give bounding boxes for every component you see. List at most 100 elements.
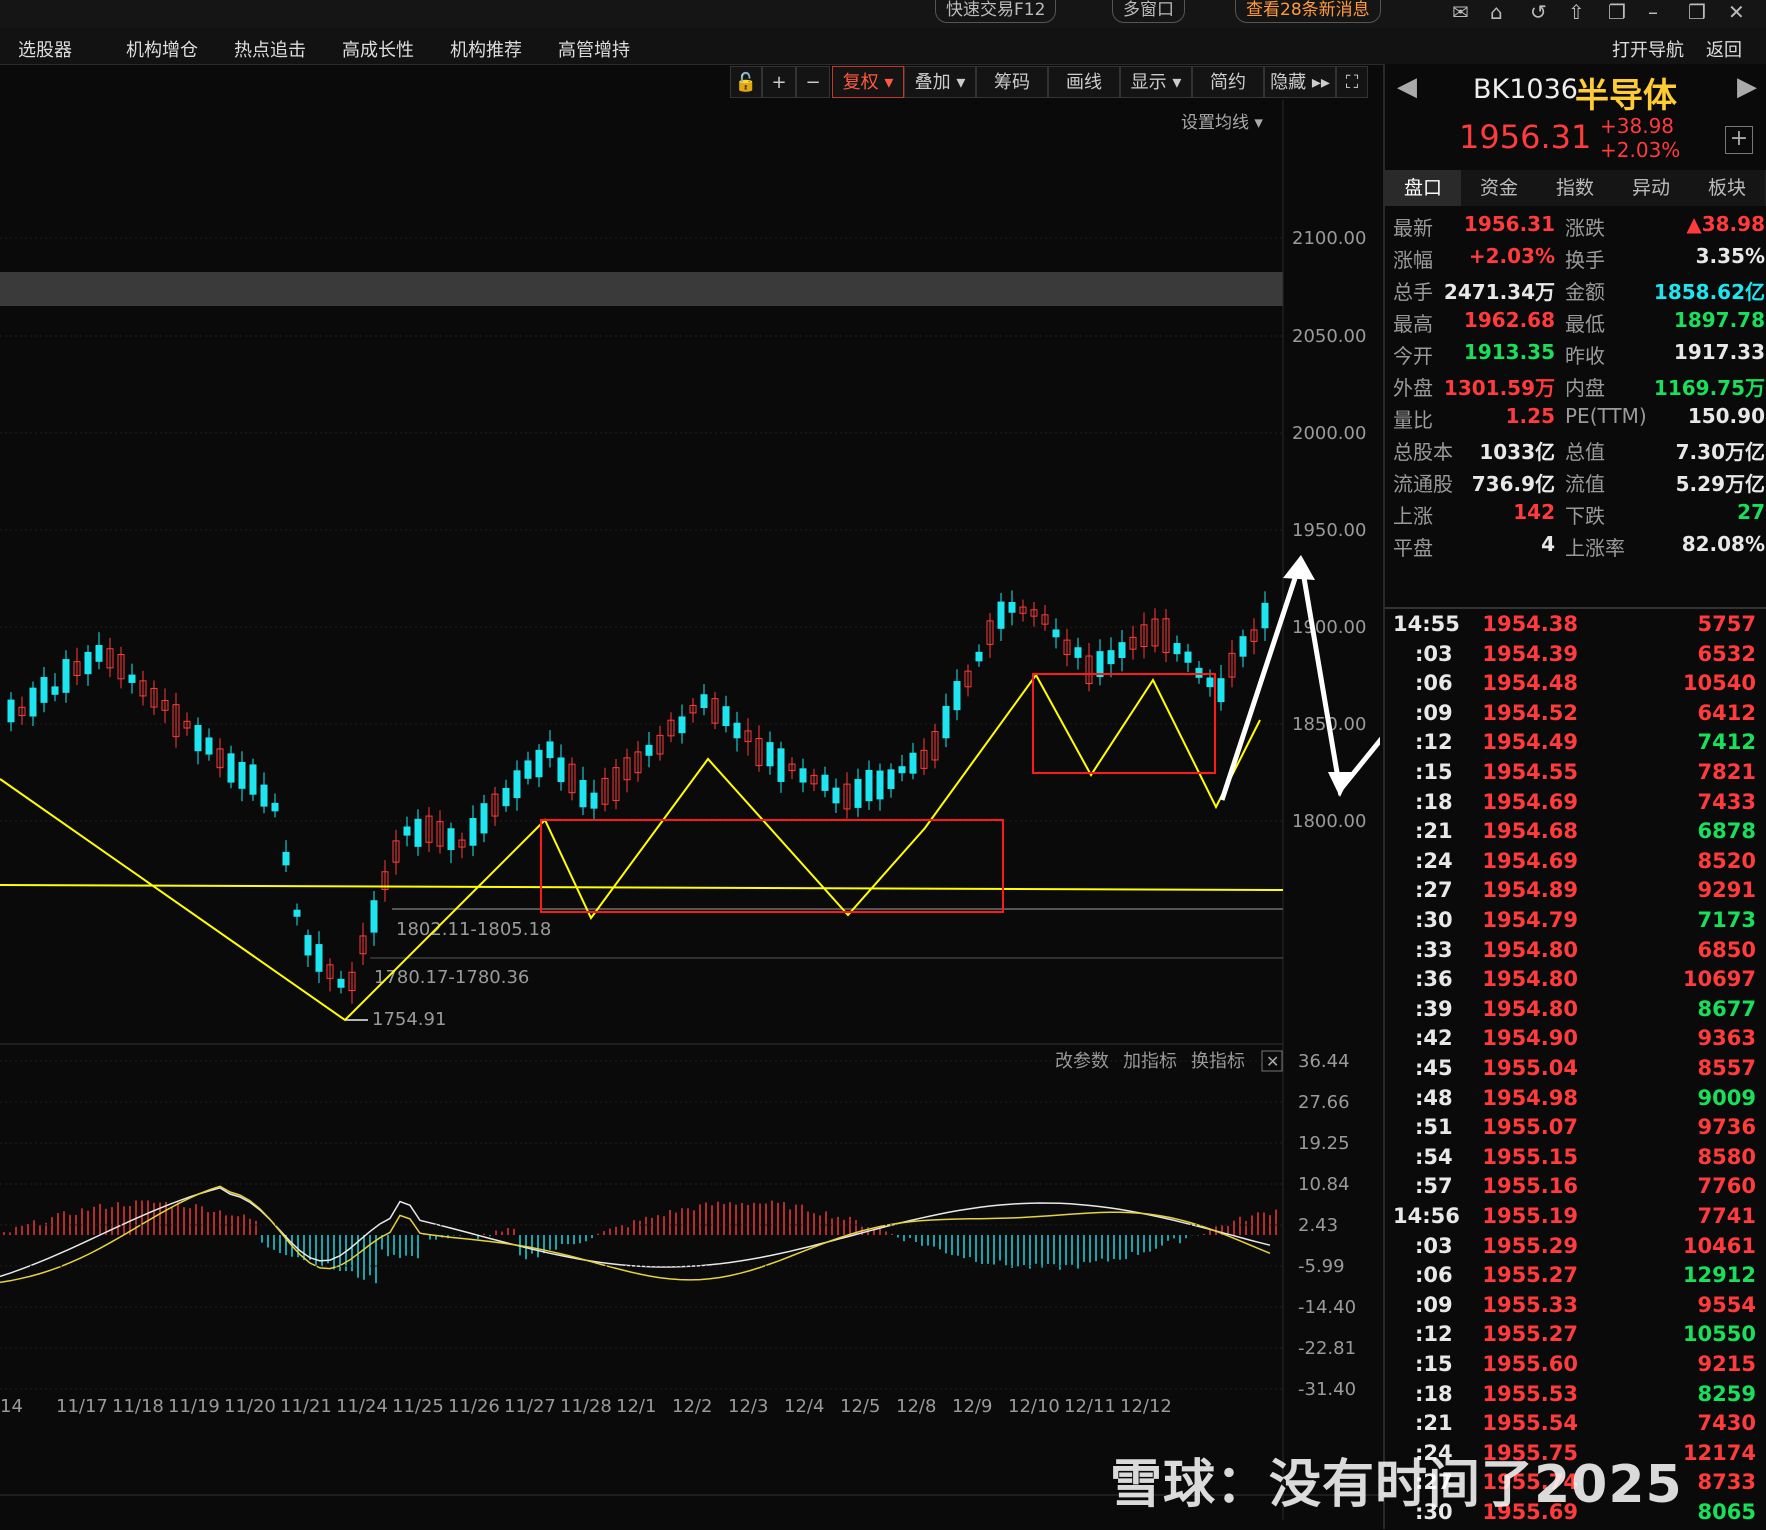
adjust-button[interactable]: 复权 ▾ xyxy=(832,66,904,98)
home-icon[interactable]: ⌂ xyxy=(1490,0,1503,24)
chips-button[interactable]: 筹码 xyxy=(976,66,1048,98)
quote-row: 总股本 1033亿 总值 7.30万亿 xyxy=(1385,432,1766,468)
candle-body xyxy=(29,687,37,717)
prev-stock-icon[interactable]: ◀ xyxy=(1397,72,1417,102)
nav-item[interactable]: 选股器 xyxy=(18,36,72,62)
tick-cell: 1954.48 xyxy=(1482,671,1578,696)
tick-cell: :18 xyxy=(1415,789,1453,814)
back-button[interactable]: 返回 xyxy=(1706,36,1742,62)
nav-item[interactable]: 高管增持 xyxy=(558,36,630,62)
mail-icon[interactable]: ✉ xyxy=(1452,0,1469,24)
undo-icon[interactable]: ↺ xyxy=(1530,0,1547,24)
tick-cell: 10697 xyxy=(1682,967,1756,992)
quote-cell: 换手 xyxy=(1565,248,1605,272)
tick-cell: 1954.39 xyxy=(1482,641,1578,666)
overlay-button[interactable]: 叠加 ▾ xyxy=(904,66,976,98)
tick-cell: 10550 xyxy=(1682,1322,1756,1347)
tab-changes[interactable]: 异动 xyxy=(1613,170,1690,206)
candle-body xyxy=(1118,642,1126,659)
quote-row: 平盘 4 上涨率 82.08% xyxy=(1385,528,1766,564)
tick-cell: :18 xyxy=(1415,1381,1453,1406)
macd-tick: 10.84 xyxy=(1298,1174,1350,1195)
candle-body xyxy=(293,909,301,917)
tick-cell: 7760 xyxy=(1697,1174,1756,1199)
tick-cell: 1954.55 xyxy=(1482,760,1578,784)
tick-cell: :09 xyxy=(1415,700,1453,725)
tick-cell: 14:56 xyxy=(1393,1204,1460,1228)
nav-item[interactable]: 机构推荐 xyxy=(450,36,522,62)
candle-body xyxy=(62,659,70,693)
tick-cell: :27 xyxy=(1415,878,1453,903)
tick-cell: 1955.04 xyxy=(1482,1056,1578,1080)
upload-icon[interactable]: ⇧ xyxy=(1568,0,1585,24)
tick-cell: 1954.80 xyxy=(1482,967,1578,992)
quote-row: 涨幅 +2.03% 换手 3.35% xyxy=(1385,240,1766,276)
tick-cell: 5757 xyxy=(1697,612,1756,636)
range-annotation-2: 1780.17-1780.36 xyxy=(374,967,529,988)
tick-cell: 1954.68 xyxy=(1482,819,1578,844)
window-icon[interactable]: ❐ xyxy=(1608,0,1626,24)
watermark: 雪球：没有时间了2025 xyxy=(1110,1455,1683,1515)
tick-row: :09 1955.33 9554 xyxy=(1385,1291,1766,1321)
candle-body xyxy=(722,706,730,727)
candle-body xyxy=(524,760,532,779)
open-nav-button[interactable]: 打开导航 xyxy=(1612,36,1684,62)
quote-cell: 金额 xyxy=(1565,280,1605,304)
date-tick: 11/24 xyxy=(336,1396,388,1417)
kline-chart[interactable]: 2100.002050.002000.001950.001900.001850.… xyxy=(0,100,1380,1520)
quote-cell: 5.29万亿 xyxy=(1675,472,1765,496)
tick-row: 14:56 1955.19 7741 xyxy=(1385,1202,1766,1232)
date-tick: 11/25 xyxy=(392,1396,444,1417)
multi-window-button[interactable]: 多窗口 xyxy=(1112,0,1185,23)
add-watchlist-icon[interactable]: + xyxy=(1725,126,1753,154)
zoom-out-icon[interactable]: − xyxy=(796,66,830,98)
fullscreen-icon[interactable]: ⛶ xyxy=(1336,66,1368,98)
draw-button[interactable]: 画线 xyxy=(1048,66,1120,98)
nav-item[interactable]: 高成长性 xyxy=(342,36,414,62)
close-icon[interactable]: ✕ xyxy=(1728,0,1745,24)
quote-cell: 736.9亿 xyxy=(1471,472,1555,496)
tick-cell: :09 xyxy=(1415,1292,1453,1317)
zoom-in-icon[interactable]: + xyxy=(762,66,796,98)
tab-index[interactable]: 指数 xyxy=(1537,170,1614,206)
macd-axis: 36.44 27.66 19.25 10.84 2.43 -5.99 -14.40 -22.8… xyxy=(0,1051,1356,1400)
quote-cell: 总手 xyxy=(1393,280,1433,304)
quote-cell: 1858.62亿 xyxy=(1653,280,1765,304)
tick-cell: 1954.80 xyxy=(1482,996,1578,1021)
tick-row: :27 1954.89 9291 xyxy=(1385,876,1766,906)
date-tick: 12/1 xyxy=(616,1396,656,1417)
macd-tick: 27.66 xyxy=(1298,1092,1350,1113)
display-button[interactable]: 显示 ▾ xyxy=(1120,66,1192,98)
tab-handicap[interactable]: 盘口 xyxy=(1385,170,1462,206)
quote-cell: 27 xyxy=(1737,500,1765,524)
messages-button[interactable]: 查看28条新消息 xyxy=(1235,0,1381,23)
candle-body xyxy=(766,742,774,767)
tick-cell: 8557 xyxy=(1697,1056,1756,1080)
tick-cell: :21 xyxy=(1415,1411,1453,1436)
hide-button[interactable]: 隐藏 ▸▸ xyxy=(1264,66,1336,98)
tick-row: :06 1955.27 12912 xyxy=(1385,1261,1766,1291)
tick-list[interactable]: 14:55 1954.38 5757:03 1954.39 6532:06 1954.48… xyxy=(1385,610,1766,1530)
quote-cell: 量比 xyxy=(1393,408,1433,432)
quick-trade-button[interactable]: 快速交易F12 xyxy=(935,0,1057,23)
restore-icon[interactable]: ❒ xyxy=(1688,0,1706,24)
lock-icon[interactable]: 🔓 xyxy=(730,66,762,98)
macd-tick: -31.40 xyxy=(1298,1379,1356,1400)
nav-item[interactable]: 机构增仓 xyxy=(126,36,198,62)
tab-sector[interactable]: 板块 xyxy=(1689,170,1766,206)
tick-cell: 1955.54 xyxy=(1482,1411,1578,1436)
quote-cell: 最高 xyxy=(1393,312,1433,336)
tick-cell: :30 xyxy=(1415,908,1453,932)
date-tick: 12/3 xyxy=(728,1396,768,1417)
quote-cell: 外盘 xyxy=(1393,376,1433,400)
minimize-icon[interactable]: – xyxy=(1648,0,1658,24)
simple-button[interactable]: 简约 xyxy=(1192,66,1264,98)
date-tick: 11/26 xyxy=(448,1396,500,1417)
nav-item[interactable]: 热点追击 xyxy=(234,36,306,62)
next-stock-icon[interactable]: ▶ xyxy=(1737,72,1757,102)
quote-cell: 上涨率 xyxy=(1565,536,1625,560)
tick-cell: 12912 xyxy=(1682,1263,1756,1288)
candle-body xyxy=(909,752,917,774)
tick-cell: :12 xyxy=(1415,1322,1453,1347)
tab-funds[interactable]: 资金 xyxy=(1461,170,1538,206)
